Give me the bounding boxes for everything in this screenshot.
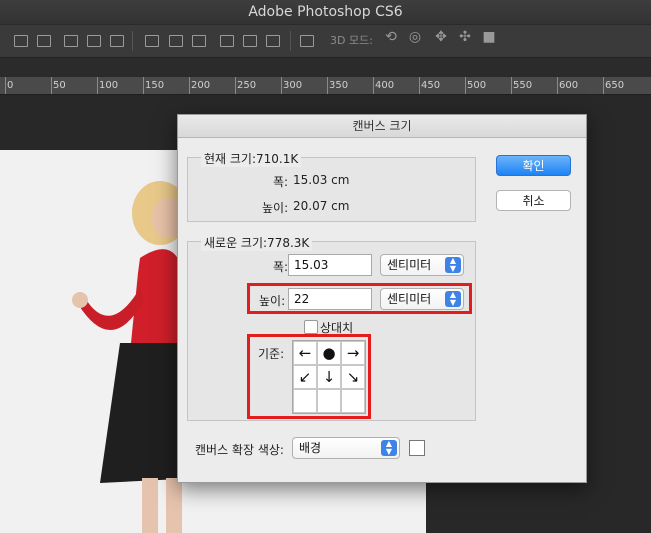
- ruler-tick-label: 150: [145, 80, 165, 91]
- current-height-value: 20.07 cm: [293, 199, 350, 213]
- rotate-3d-icon[interactable]: ⟲: [382, 30, 400, 44]
- ruler-tick-label: 500: [467, 80, 487, 91]
- separator: [132, 31, 133, 51]
- ruler-tick-line: [97, 77, 98, 94]
- height-unit-select[interactable]: 센티미터 ▲ ▼: [380, 288, 464, 310]
- align-left-icon[interactable]: [85, 33, 101, 47]
- ruler-tick-line: [603, 77, 604, 94]
- ruler-tick-line: [373, 77, 374, 94]
- distribute-left-icon[interactable]: [218, 33, 234, 47]
- extension-color-label: 캔버스 확장 색상:: [195, 443, 284, 457]
- relative-checkbox[interactable]: [304, 320, 318, 334]
- ruler-tick-label: 100: [99, 80, 119, 91]
- ok-button[interactable]: 확인: [496, 155, 571, 176]
- ruler-tick-line: [143, 77, 144, 94]
- ruler-tick-label: 0: [7, 80, 14, 91]
- ruler-tick-line: [557, 77, 558, 94]
- distribute-bottom-icon[interactable]: [190, 33, 206, 47]
- ruler-tick-line: [511, 77, 512, 94]
- ruler-tick-line: [235, 77, 236, 94]
- new-height-label: 높이:: [259, 294, 286, 308]
- current-size-legend: 현재 크기:710.1K: [201, 150, 302, 167]
- current-width-label: 폭:: [273, 175, 289, 189]
- width-input[interactable]: 15.03: [288, 254, 372, 276]
- width-unit-value: 센티미터: [387, 258, 432, 272]
- slide-3d-icon[interactable]: ✣: [456, 30, 474, 44]
- camera-3d-icon[interactable]: ■: [480, 30, 498, 44]
- ruler-tick-label: 550: [513, 80, 533, 91]
- extension-color-swatch[interactable]: [409, 440, 425, 456]
- align-hcenter-icon[interactable]: [108, 33, 124, 47]
- distribute-top-icon[interactable]: [143, 33, 159, 47]
- ruler-tick-line: [189, 77, 190, 94]
- horizontal-ruler: 0 50 100 150 200 250 300 350 400 450 500 550 600 650: [0, 77, 651, 95]
- chevron-updown-icon: ▲ ▼: [445, 257, 461, 273]
- ruler-tick-label: 200: [191, 80, 211, 91]
- ruler-tick-label: 350: [329, 80, 349, 91]
- anchor-grid[interactable]: ← ● → ↙ ↓ ↘: [292, 340, 366, 414]
- align-bottom-icon[interactable]: [62, 33, 78, 47]
- current-width-value: 15.03 cm: [293, 173, 350, 187]
- cancel-button[interactable]: 취소: [496, 190, 571, 211]
- anchor-top-right[interactable]: →: [341, 341, 365, 365]
- mode-3d-label: 3D 모드:: [330, 34, 373, 47]
- drag-3d-icon[interactable]: ✥: [432, 30, 450, 44]
- ruler-tick-line: [419, 77, 420, 94]
- anchor-top-center[interactable]: ●: [317, 341, 341, 365]
- width-unit-select[interactable]: 센티미터 ▲ ▼: [380, 254, 464, 276]
- ruler-tick-line: [5, 77, 6, 94]
- separator: [290, 31, 291, 51]
- anchor-bottom-center[interactable]: [317, 389, 341, 413]
- ruler-tick-line: [465, 77, 466, 94]
- options-bar: [0, 24, 651, 58]
- canvas-size-dialog: 캔버스 크기 현재 크기:710.1K 폭: 15.03 cm 높이: 20.0…: [177, 114, 587, 483]
- height-input[interactable]: 22: [288, 288, 372, 310]
- dialog-title: 캔버스 크기: [178, 115, 586, 138]
- anchor-bottom-right[interactable]: [341, 389, 365, 413]
- distribute-hcenter-icon[interactable]: [241, 33, 257, 47]
- ruler-tick-line: [51, 77, 52, 94]
- ruler-tick-label: 400: [375, 80, 395, 91]
- distribute-vcenter-icon[interactable]: [167, 33, 183, 47]
- height-unit-value: 센티미터: [387, 292, 432, 306]
- ruler-tick-label: 600: [559, 80, 579, 91]
- align-top-icon[interactable]: [12, 33, 28, 47]
- anchor-middle-left[interactable]: ↙: [293, 365, 317, 389]
- anchor-label: 기준:: [258, 347, 285, 361]
- ruler-tick-label: 300: [283, 80, 303, 91]
- ruler-tick-line: [281, 77, 282, 94]
- anchor-middle-right[interactable]: ↘: [341, 365, 365, 389]
- current-height-label: 높이:: [262, 201, 289, 215]
- ruler-tick-label: 250: [237, 80, 257, 91]
- app-title: Adobe Photoshop CS6: [0, 0, 651, 24]
- chevron-updown-icon: ▲ ▼: [381, 440, 397, 456]
- ruler-tick-label: 650: [605, 80, 625, 91]
- extension-color-select[interactable]: 배경 ▲ ▼: [292, 437, 400, 459]
- auto-align-icon[interactable]: [298, 33, 314, 47]
- align-vcenter-icon[interactable]: [35, 33, 51, 47]
- ruler-tick-line: [327, 77, 328, 94]
- roll-3d-icon[interactable]: ◎: [406, 30, 424, 44]
- new-size-legend: 새로운 크기:778.3K: [201, 234, 313, 251]
- extension-color-value: 배경: [299, 441, 322, 455]
- chevron-updown-icon: ▲ ▼: [445, 291, 461, 307]
- anchor-middle-center[interactable]: ↓: [317, 365, 341, 389]
- ruler-tick-label: 50: [53, 80, 66, 91]
- ruler-tick-label: 450: [421, 80, 441, 91]
- new-width-label: 폭:: [273, 260, 289, 274]
- distribute-right-icon[interactable]: [264, 33, 280, 47]
- anchor-top-left[interactable]: ←: [293, 341, 317, 365]
- anchor-bottom-left[interactable]: [293, 389, 317, 413]
